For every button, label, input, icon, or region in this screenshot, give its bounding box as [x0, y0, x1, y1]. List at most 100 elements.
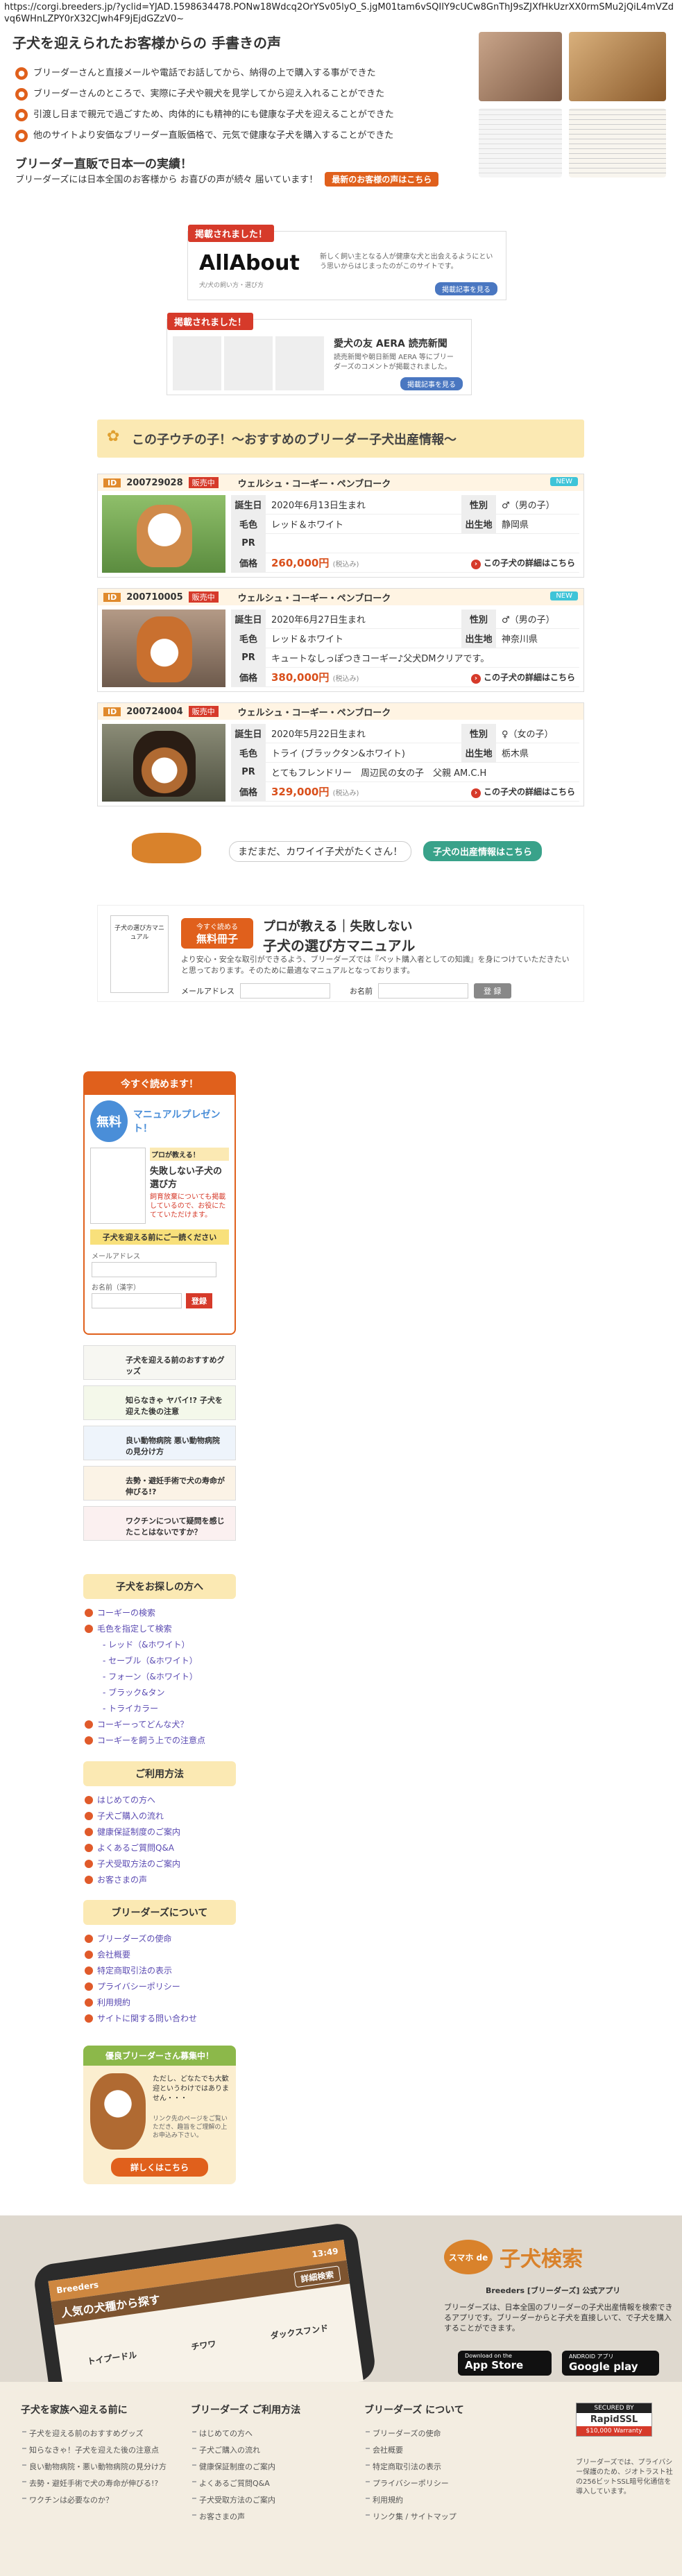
footer-link[interactable]: お客さまの声	[191, 2508, 330, 2525]
origin-label: 出生地	[461, 629, 496, 648]
puppy-id: 200729028	[126, 477, 183, 488]
about-menu-link[interactable]: 利用規約	[83, 1994, 236, 2010]
more-puppies-banner: まだまだ、カワイイ子犬がたくさん！ 子犬の出産情報はこちら	[132, 829, 562, 870]
footer-link[interactable]: 去勢・避妊手術で犬の寿命が伸びる!?	[21, 2475, 180, 2491]
ssl-seal[interactable]: SECURED BY RapidSSL $10,000 Warranty	[576, 2403, 652, 2437]
footer-col-title: ブリーダーズ について	[364, 2405, 464, 2416]
free-badge: 無料	[90, 1100, 128, 1142]
usage-menu-link[interactable]: 子犬ご購入の流れ	[83, 1808, 236, 1824]
about-menu-link[interactable]: 会社概要	[83, 1946, 236, 1962]
register-button[interactable]: 登 録	[474, 983, 511, 999]
usage-menu-link[interactable]: 健康保証制度のご案内	[83, 1824, 236, 1840]
usage-menu-link[interactable]: はじめての方へ	[83, 1792, 236, 1808]
birth-info-button[interactable]: 子犬の出産情報はこちら	[423, 841, 543, 861]
media-article-button[interactable]: 掲載記事を見る	[435, 282, 497, 295]
usage-menu-link[interactable]: お客さまの声	[83, 1872, 236, 1887]
sex-label: 性別	[461, 495, 496, 514]
ssl-text: ブリーダーズでは、プライバシー保護のため、ジオトラスト社の256ビットSSL暗号…	[576, 2459, 673, 2496]
puppy-card[interactable]: ID 200724004 販売中 ウェルシュ・コーギー・ペンブローク 誕生日 2020年…	[97, 702, 584, 806]
footer-col-title: 子犬を家族へ迎える前に	[21, 2405, 128, 2416]
usage-menu: ご利用方法 はじめての方へ 子犬ご購入の流れ 健康保証制度のご案内 よくあるご質問Q&…	[83, 1761, 236, 1893]
card-header: ID 200724004 販売中 ウェルシュ・コーギー・ペンブローク	[98, 703, 583, 720]
footer-link[interactable]: 特定商取引法の表示	[364, 2458, 503, 2475]
footer-link[interactable]: 健康保証制度のご案内	[191, 2458, 330, 2475]
search-menu-link[interactable]: コーギーの検索	[83, 1605, 236, 1620]
goods-banner[interactable]: 子犬を迎える前のおすすめグッズ	[83, 1345, 236, 1380]
puppy-photo[interactable]	[102, 610, 225, 687]
search-menu-link[interactable]: コーギーを飼う上での注意点	[83, 1732, 236, 1748]
footer-link[interactable]: リンク集 / サイトマップ	[364, 2508, 503, 2525]
puppy-card[interactable]: ID 200710005 販売中 ウェルシュ・コーギー・ペンブローク NEW 誕生日 20…	[97, 588, 584, 692]
footer-link[interactable]: はじめての方へ	[191, 2425, 330, 2441]
caution-banner[interactable]: 知らなきゃ ヤバイ!? 子犬を迎えた後の注意	[83, 1385, 236, 1420]
name-input[interactable]	[92, 1293, 182, 1308]
media-text: 新しく飼い主となる人が健康な犬と出会えるようにという思いからはじまったのがこのサ…	[320, 253, 493, 270]
neuter-banner[interactable]: 去勢・避妊手術で犬の寿命が伸びる!?	[83, 1466, 236, 1501]
appstore-button[interactable]: Download on the App Store	[458, 2351, 552, 2376]
section-title: ✿ この子ウチの子！～おすすめのブリーダー子犬出産情報～	[97, 420, 584, 458]
usage-menu-link[interactable]: 子犬受取方法のご案内	[83, 1856, 236, 1872]
manual-sidebar: 今すぐ読めます！ 無料 マニュアルプレゼント！ プロが教える！ 失敗しない子犬の…	[83, 1071, 236, 1335]
name-input[interactable]	[378, 983, 468, 999]
search-menu-link[interactable]: - レッド（&ホワイト）	[83, 1636, 236, 1652]
footer-link[interactable]: 利用規約	[364, 2491, 503, 2508]
puppy-card[interactable]: ID 200729028 販売中 ウェルシュ・コーギー・ペンブローク NEW 誕生日 20…	[97, 474, 584, 578]
manual-book	[90, 1148, 146, 1224]
footer-link[interactable]: 子犬を迎える前のおすすめグッズ	[21, 2425, 180, 2441]
latest-voice-button[interactable]: 最新のお客様の声はこちら	[325, 172, 439, 187]
footer-link[interactable]: 会社概要	[364, 2441, 503, 2458]
footer-link[interactable]: 子犬ご購入の流れ	[191, 2441, 330, 2458]
detail-link[interactable]: › この子犬の詳細はこちら	[470, 671, 575, 684]
status-badge: 販売中	[188, 477, 219, 488]
footer-link[interactable]: プライバシーポリシー	[364, 2475, 503, 2491]
about-menu-link[interactable]: 特定商取引法の表示	[83, 1962, 236, 1978]
pr-label: PR	[231, 763, 266, 781]
recruit-button[interactable]: 詳しくはこちら	[111, 2158, 208, 2177]
search-menu-link[interactable]: - セーブル（&ホワイト）	[83, 1652, 236, 1668]
detail-link[interactable]: › この子犬の詳細はこちら	[470, 786, 575, 798]
arrow-icon: ›	[470, 559, 481, 569]
search-list: コーギーの検索 毛色を指定して検索 - レッド（&ホワイト） - セーブル（&ホワイト…	[83, 1599, 236, 1754]
footer-link[interactable]: ブリーダーズの使命	[364, 2425, 503, 2441]
footer-link[interactable]: よくあるご質問Q&A	[191, 2475, 330, 2491]
footer-link[interactable]: ワクチンは必要なのか？	[21, 2491, 180, 2508]
about-menu-link[interactable]: プライバシーポリシー	[83, 1978, 236, 1994]
footer-link[interactable]: 子犬受取方法のご案内	[191, 2491, 330, 2508]
status-badge: 販売中	[188, 706, 219, 717]
email-input[interactable]	[92, 1262, 216, 1277]
about-menu-link[interactable]: サイトに関する問い合わせ	[83, 2010, 236, 2026]
search-menu-link[interactable]: コーギーってどんな犬？	[83, 1716, 236, 1732]
detail-link[interactable]: › この子犬の詳細はこちら	[470, 557, 575, 569]
footer-link[interactable]: 知らなきゃ！子犬を迎えた後の注意点	[21, 2441, 180, 2458]
media-ribbon: 掲載されました！	[188, 225, 275, 242]
hero-subtitle: ブリーダー直販で日本一の実績！	[15, 157, 192, 171]
phone-time: 13:49	[311, 2246, 339, 2260]
sex-value: ♀（女の子）	[502, 729, 554, 740]
benefit-2: ● ブリーダーさんのところで、実際に子犬や親犬を見学してから迎え入れることができた	[15, 87, 384, 101]
manual-title: 失敗しない子犬の選び方	[150, 1166, 223, 1190]
search-menu-link[interactable]: - トライカラー	[83, 1700, 236, 1716]
about-menu-link[interactable]: ブリーダーズの使命	[83, 1930, 236, 1946]
manual-title-2: 子犬の選び方マニュアル	[263, 937, 416, 954]
url-text: https://corgi.breeders.jp/?yclid=YJAD.15…	[4, 2, 674, 24]
puppy-photo[interactable]	[102, 495, 225, 573]
email-input[interactable]	[240, 983, 330, 999]
search-menu-link[interactable]: - フォーン（&ホワイト）	[83, 1668, 236, 1684]
usage-menu-link[interactable]: よくあるご質問Q&A	[83, 1840, 236, 1856]
googleplay-button[interactable]: ANDROID アプリ Google play	[562, 2351, 659, 2376]
allabout-logo: AllAbout	[199, 251, 300, 275]
media-article-button[interactable]: 掲載記事を見る	[400, 377, 463, 390]
vaccine-banner[interactable]: ワクチンについて疑問を感じたことはないですか？	[83, 1506, 236, 1541]
vet-banner[interactable]: 良い動物病院 悪い動物病院 の見分け方	[83, 1426, 236, 1460]
footer-link[interactable]: 良い動物病院・悪い動物病院の見分け方	[21, 2458, 180, 2475]
sex-value: ♂（男の子）	[502, 501, 555, 511]
search-menu-link[interactable]: 毛色を指定して検索	[83, 1620, 236, 1636]
arrow-icon: ›	[470, 673, 481, 684]
puppy-photo[interactable]	[102, 724, 225, 802]
color-label: 毛色	[231, 743, 266, 762]
register-button[interactable]: 登録	[186, 1293, 212, 1308]
name-label: お名前（漢字）	[92, 1284, 140, 1292]
paw-icon: ●	[15, 67, 28, 80]
app-banner: Breeders 13:49 人気の犬種から探す 詳細検索 トイプードル チワワ ダ…	[0, 2215, 682, 2382]
search-menu-link[interactable]: - ブラック&タン	[83, 1684, 236, 1700]
